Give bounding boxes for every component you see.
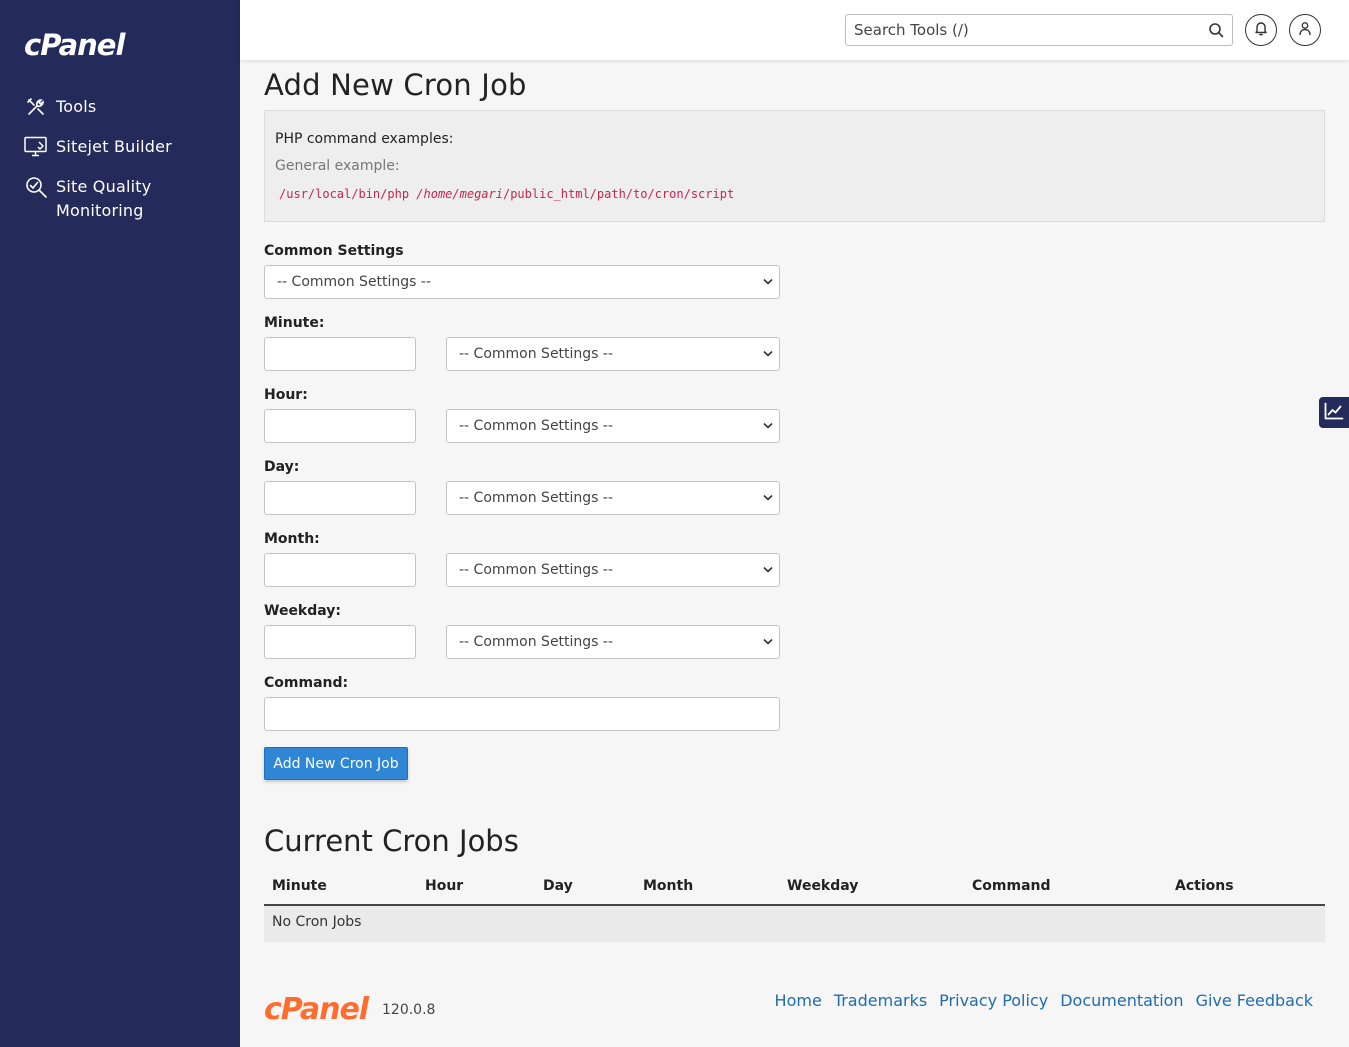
- column-month[interactable]: Month: [643, 878, 693, 894]
- footer-links: Home Trademarks Privacy Policy Documenta…: [775, 991, 1313, 1010]
- column-minute[interactable]: Minute: [272, 878, 327, 894]
- sidebar-item-tools[interactable]: Tools: [24, 95, 96, 119]
- sidebar-item-label: Site Quality Monitoring: [56, 177, 152, 220]
- weekday-select[interactable]: -- Common Settings --: [446, 625, 780, 659]
- sidebar-item-site-quality[interactable]: Site Quality Monitoring: [24, 175, 151, 223]
- chevron-down-icon: [763, 350, 773, 357]
- notifications-button[interactable]: [1245, 14, 1277, 46]
- sidebar-item-label: Tools: [56, 97, 97, 116]
- version-label: 120.0.8: [382, 1002, 436, 1018]
- tools-icon: [24, 95, 48, 119]
- minute-select[interactable]: -- Common Settings --: [446, 337, 780, 371]
- sidebar-item-label: Sitejet Builder: [56, 137, 172, 156]
- table-header: Minute Hour Day Month Weekday Command Ac…: [264, 872, 1325, 906]
- month-input[interactable]: [264, 553, 416, 587]
- column-command[interactable]: Command: [972, 878, 1051, 894]
- footer-link-home[interactable]: Home: [775, 991, 822, 1010]
- footer-cpanel-logo[interactable]: cPanel: [264, 992, 369, 1027]
- sitejet-icon: [24, 135, 48, 159]
- footer-link-feedback[interactable]: Give Feedback: [1196, 991, 1313, 1010]
- cpanel-logo[interactable]: cPanel: [24, 28, 125, 62]
- weekday-label: Weekday:: [264, 603, 342, 619]
- user-menu-button[interactable]: [1289, 14, 1321, 46]
- analytics-side-tab[interactable]: [1319, 397, 1349, 428]
- column-hour[interactable]: Hour: [425, 878, 463, 894]
- examples-title: PHP command examples:: [275, 131, 454, 147]
- footer-link-trademarks[interactable]: Trademarks: [834, 991, 927, 1010]
- hour-label: Hour:: [264, 387, 308, 403]
- chevron-down-icon: [763, 494, 773, 501]
- chevron-down-icon: [763, 566, 773, 573]
- search-icon[interactable]: [1208, 22, 1224, 38]
- minute-label: Minute:: [264, 315, 325, 331]
- user-icon: [1298, 21, 1312, 40]
- sidebar-item-sitejet[interactable]: Sitejet Builder: [24, 135, 172, 159]
- chart-trend-icon: [1324, 402, 1344, 424]
- php-examples-panel: PHP command examples: General example: /…: [264, 110, 1325, 222]
- general-example-label: General example:: [275, 158, 400, 174]
- example-code: /usr/local/bin/php /home/megari/public_h…: [279, 187, 735, 201]
- top-header: [240, 0, 1349, 60]
- month-select[interactable]: -- Common Settings --: [446, 553, 780, 587]
- month-label: Month:: [264, 531, 320, 547]
- search-input[interactable]: [846, 15, 1186, 45]
- day-input[interactable]: [264, 481, 416, 515]
- column-actions: Actions: [1175, 878, 1234, 894]
- column-day[interactable]: Day: [543, 878, 573, 894]
- chevron-down-icon: [763, 638, 773, 645]
- current-cron-jobs-title: Current Cron Jobs: [264, 824, 519, 858]
- add-cron-job-button[interactable]: Add New Cron Job: [264, 747, 408, 780]
- day-label: Day:: [264, 459, 300, 475]
- footer-link-documentation[interactable]: Documentation: [1060, 991, 1183, 1010]
- footer-link-privacy[interactable]: Privacy Policy: [939, 991, 1048, 1010]
- cron-jobs-table: Minute Hour Day Month Weekday Command Ac…: [264, 872, 1325, 942]
- column-weekday[interactable]: Weekday: [787, 878, 858, 894]
- page-title: Add New Cron Job: [264, 68, 527, 102]
- command-input[interactable]: [264, 697, 780, 731]
- chevron-down-icon: [763, 422, 773, 429]
- common-settings-label: Common Settings: [264, 243, 404, 259]
- site-quality-icon: [24, 175, 48, 199]
- weekday-input[interactable]: [264, 625, 416, 659]
- hour-select[interactable]: -- Common Settings --: [446, 409, 780, 443]
- empty-message: No Cron Jobs: [272, 914, 362, 930]
- day-select[interactable]: -- Common Settings --: [446, 481, 780, 515]
- common-settings-select[interactable]: -- Common Settings --: [264, 265, 780, 299]
- chevron-down-icon: [763, 278, 773, 285]
- minute-input[interactable]: [264, 337, 416, 371]
- command-label: Command:: [264, 675, 349, 691]
- search-box: [845, 14, 1233, 46]
- hour-input[interactable]: [264, 409, 416, 443]
- table-row: No Cron Jobs: [264, 906, 1325, 942]
- bell-icon: [1254, 21, 1268, 40]
- sidebar: cPanel Tools Sitejet Builder Site Qualit…: [0, 0, 240, 1047]
